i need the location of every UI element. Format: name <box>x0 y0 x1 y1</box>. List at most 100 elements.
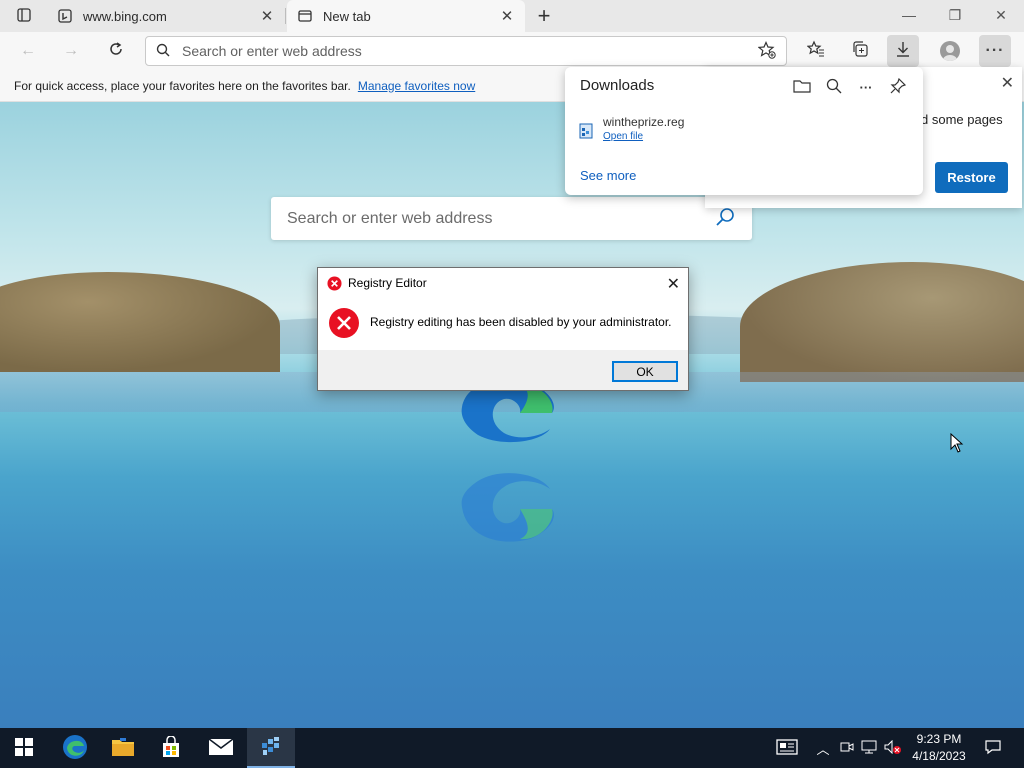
ntp-search-placeholder: Search or enter web address <box>287 209 493 227</box>
start-button[interactable] <box>0 728 48 768</box>
favorites-button[interactable] <box>800 35 832 67</box>
close-tab-icon[interactable]: ✕ <box>499 8 515 25</box>
address-placeholder: Search or enter web address <box>182 43 362 59</box>
tab-actions-icon <box>16 7 32 26</box>
reg-file-icon <box>579 123 593 142</box>
restore-window-icon: ❐ <box>948 6 962 23</box>
regedit-icon <box>260 735 282 760</box>
dialog-title: Registry Editor <box>348 276 427 290</box>
volume-button[interactable] <box>882 728 904 768</box>
settings-more-button[interactable]: ··· <box>979 35 1011 67</box>
plus-icon: + <box>537 3 551 28</box>
minimize-icon: — <box>902 7 916 23</box>
collections-button[interactable] <box>844 35 876 67</box>
error-small-icon <box>327 275 342 291</box>
taskbar: ︿ 9:23 PM 4/18/2023 <box>0 728 1024 768</box>
restore-button[interactable]: Restore <box>935 162 1008 193</box>
taskbar-mail[interactable] <box>197 728 245 768</box>
see-more-link[interactable]: See more <box>580 168 636 183</box>
back-button[interactable]: ← <box>12 35 44 67</box>
close-icon[interactable]: ✕ <box>1001 73 1014 93</box>
search-icon <box>156 43 170 60</box>
forward-arrow-icon: → <box>63 42 79 59</box>
taskbar-clock[interactable]: 9:23 PM 4/18/2023 <box>906 731 972 765</box>
tab-bing[interactable]: www.bing.com ✕ <box>47 0 285 32</box>
edge-icon <box>62 734 88 763</box>
new-tab-button[interactable]: + <box>532 3 556 28</box>
start-icon <box>15 737 33 759</box>
more-dots-icon: ··· <box>859 79 873 95</box>
open-downloads-folder-button[interactable] <box>791 77 813 97</box>
newtab-page-icon <box>297 8 313 24</box>
profile-button[interactable] <box>934 35 966 67</box>
volume-muted-icon <box>884 739 902 757</box>
mouse-cursor-icon <box>950 433 964 453</box>
download-item[interactable]: wintheprize.reg Open file <box>579 115 684 142</box>
downloads-flyout: Downloads ··· wintheprize.reg Open file … <box>565 67 923 195</box>
chevron-up-icon: ︿ <box>816 741 830 757</box>
dialog-message: Registry editing has been disabled by yo… <box>370 315 672 329</box>
edge-logo-reflection <box>461 473 554 542</box>
background-hill-right <box>740 262 1024 382</box>
store-icon <box>160 734 182 761</box>
file-explorer-icon <box>111 737 135 760</box>
news-widget-button[interactable] <box>772 728 802 768</box>
ok-button[interactable]: OK <box>612 361 678 382</box>
pin-downloads-button[interactable] <box>887 77 909 97</box>
network-button[interactable] <box>860 728 878 768</box>
ntp-search-box[interactable]: Search or enter web address <box>271 197 752 240</box>
search-downloads-button[interactable] <box>823 77 845 97</box>
downloads-more-button[interactable]: ··· <box>855 77 877 97</box>
clock-date: 4/18/2023 <box>912 749 966 763</box>
error-icon <box>328 307 360 342</box>
back-arrow-icon: ← <box>20 42 36 59</box>
registry-editor-dialog: Registry Editor ✕ Registry editing has b… <box>317 267 689 391</box>
restore-window-button[interactable]: ❐ <box>932 0 978 30</box>
add-favorite-icon[interactable] <box>757 40 776 62</box>
network-icon <box>861 740 877 757</box>
show-hidden-icons-button[interactable]: ︿ <box>814 728 832 768</box>
taskbar-regedit[interactable] <box>247 728 295 768</box>
downloads-header: Downloads <box>580 77 655 94</box>
close-tab-icon[interactable]: ✕ <box>259 8 275 25</box>
notification-icon <box>985 739 1001 758</box>
close-icon: ✕ <box>995 6 1007 23</box>
tab-title: New tab <box>323 8 371 24</box>
tray-meet-button[interactable] <box>838 728 856 768</box>
news-icon <box>776 738 798 758</box>
favorites-star-icon <box>806 40 825 63</box>
address-bar[interactable]: Search or enter web address <box>145 36 787 66</box>
taskbar-edge[interactable] <box>51 728 99 768</box>
tab-new-tab[interactable]: New tab ✕ <box>287 0 525 32</box>
dialog-body: Registry editing has been disabled by yo… <box>318 298 688 350</box>
dialog-titlebar[interactable]: Registry Editor <box>318 268 688 298</box>
tab-actions-button[interactable] <box>8 6 40 26</box>
search-icon[interactable] <box>714 206 736 231</box>
more-dots-icon: ··· <box>985 42 1005 59</box>
download-filename: wintheprize.reg <box>603 115 685 129</box>
taskbar-store[interactable] <box>147 728 195 768</box>
forward-button[interactable]: → <box>55 35 87 67</box>
manage-favorites-link[interactable]: Manage favorites now <box>358 79 475 93</box>
download-icon <box>895 41 911 62</box>
clock-time: 9:23 PM <box>916 732 962 746</box>
tab-title: www.bing.com <box>83 8 167 24</box>
minimize-button[interactable]: — <box>886 0 932 30</box>
downloads-button[interactable] <box>887 35 919 67</box>
background-hill-left <box>0 272 280 372</box>
toolbar: ← → Search or enter web address ··· <box>0 32 1024 70</box>
refresh-button[interactable] <box>100 35 132 67</box>
refresh-icon <box>108 41 124 62</box>
folder-icon <box>793 78 811 97</box>
taskbar-file-explorer[interactable] <box>99 728 147 768</box>
open-file-link[interactable]: Open file <box>603 131 684 142</box>
tab-strip: www.bing.com ✕ New tab ✕ + — ❐ ✕ <box>0 0 1024 32</box>
close-icon[interactable]: ✕ <box>667 274 680 294</box>
mail-icon <box>208 737 234 759</box>
notifications-button[interactable] <box>978 728 1008 768</box>
search-icon <box>826 78 842 97</box>
avatar-icon <box>940 41 960 61</box>
collections-icon <box>851 40 869 63</box>
close-window-button[interactable]: ✕ <box>978 0 1024 30</box>
favorites-bar-text: For quick access, place your favorites h… <box>14 78 351 93</box>
